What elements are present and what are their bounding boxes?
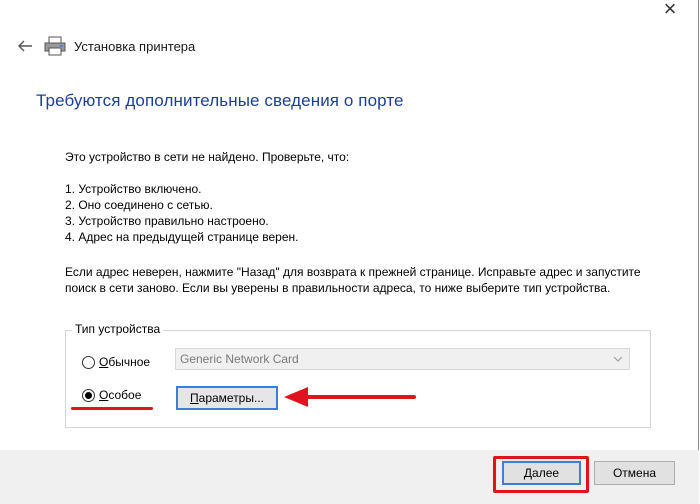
device-type-legend: Тип устройства [72,322,164,336]
radio-standard-circle[interactable] [82,355,95,369]
radio-custom[interactable]: Особое [82,388,141,402]
chevron-down-icon [613,356,623,362]
radio-custom-label: Особое [99,388,142,402]
page-heading: Требуются дополнительные сведения о порт… [36,91,404,110]
window-title: Установка принтера [74,38,196,54]
device-type-group [65,330,651,428]
parameters-button[interactable]: Параметры... [176,386,278,410]
radio-custom-circle[interactable] [82,388,95,402]
next-button[interactable]: Далее [502,461,581,485]
radio-standard[interactable]: Обычное [82,355,150,369]
annotation-underline [71,407,153,410]
annotation-arrow [284,387,416,407]
printer-icon [44,36,66,56]
intro-text: Это устройство в сети не найдено. Провер… [65,150,350,164]
checklist-item: 2. Оно соединено с сетью. [65,198,213,212]
checklist-item: 1. Устройство включено. [65,182,202,196]
checklist-item: 4. Адрес на предыдущей странице верен. [65,230,299,244]
back-arrow-icon[interactable] [12,34,38,58]
checklist-item: 3. Устройство правильно настроено. [65,214,269,228]
combo-value: Generic Network Card [180,352,299,366]
printer-setup-window: × Установка принтера Требуются дополните… [0,0,699,504]
close-icon[interactable]: × [660,0,680,20]
radio-standard-label: Обычное [99,355,151,369]
cancel-button[interactable]: Отмена [594,461,675,485]
title-bar: Установка принтера [12,34,195,58]
checklist: 1. Устройство включено. 2. Оно соединено… [65,181,298,245]
instructions-paragraph: Если адрес неверен, нажмите "Назад" для … [65,265,641,295]
standard-device-combo: Generic Network Card [175,348,630,370]
